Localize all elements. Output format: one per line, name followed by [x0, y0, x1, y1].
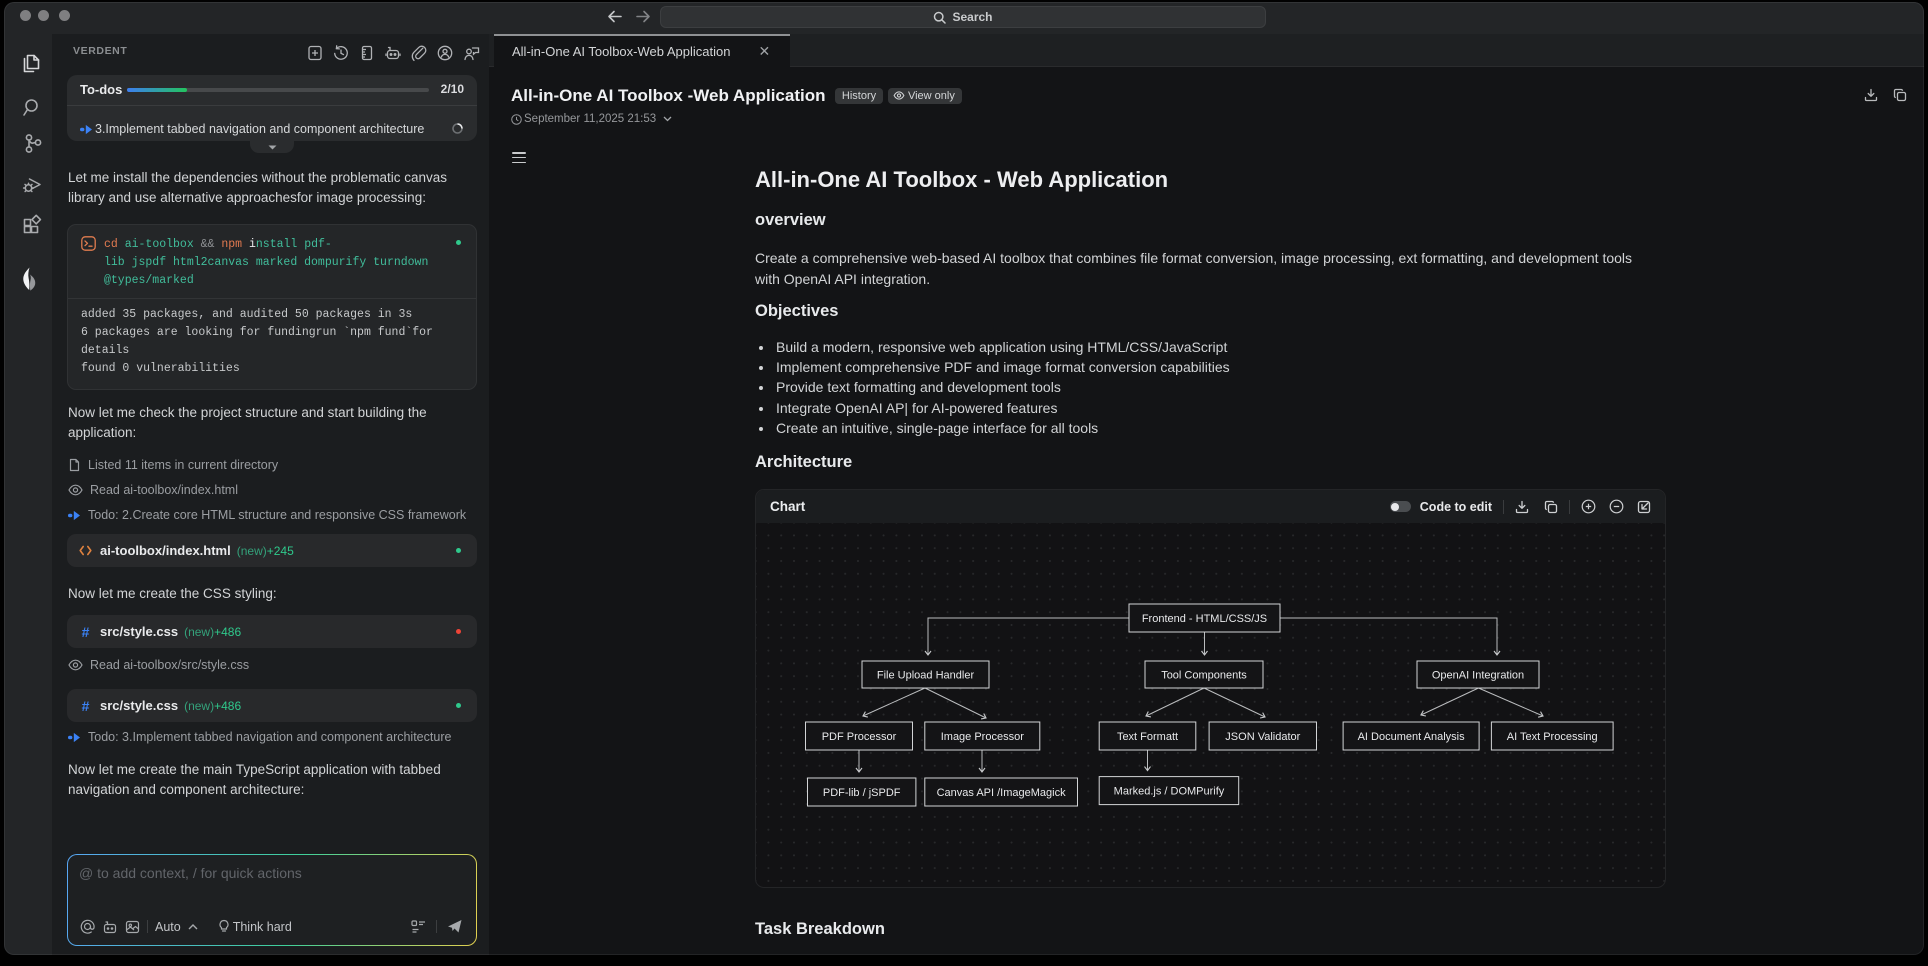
svg-text:Tool Components: Tool Components: [1161, 670, 1247, 682]
svg-text:Canvas API /ImageMagick: Canvas API /ImageMagick: [937, 787, 1067, 799]
svg-text:PDF-lib / jSPDF: PDF-lib / jSPDF: [823, 787, 901, 799]
svg-text:JSON Validator: JSON Validator: [1225, 731, 1300, 743]
svg-text:OpenAI Integration: OpenAI Integration: [1432, 670, 1524, 682]
svg-text:File Upload Handler: File Upload Handler: [877, 670, 975, 682]
svg-text:AI Text Processing: AI Text Processing: [1507, 731, 1598, 743]
svg-text:Text Formatt: Text Formatt: [1117, 731, 1178, 743]
svg-text:Marked.js / DOMPurify: Marked.js / DOMPurify: [1114, 786, 1225, 798]
svg-text:AI Document Analysis: AI Document Analysis: [1358, 731, 1465, 743]
svg-text:PDF Processor: PDF Processor: [822, 731, 897, 743]
svg-text:Frontend - HTML/CSS/JS: Frontend - HTML/CSS/JS: [1142, 613, 1267, 625]
svg-text:Image Processor: Image Processor: [941, 731, 1024, 743]
